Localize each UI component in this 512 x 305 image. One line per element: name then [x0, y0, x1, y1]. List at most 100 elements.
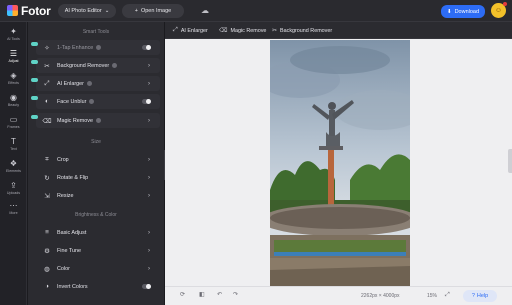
tool-label: Color [57, 265, 70, 272]
rail-label: Frames [7, 124, 20, 129]
rail-label: Beauty [7, 102, 20, 107]
rail-item-elements[interactable]: ❖ Elements [0, 156, 27, 176]
fotor-logo[interactable]: Fotor [7, 0, 51, 22]
info-icon[interactable] [86, 81, 92, 86]
tool-fine-tune[interactable]: ⚙ Fine Tune › [36, 243, 160, 258]
tool-ai-enlarger[interactable]: ⤢ AI Enlarger › [31, 76, 160, 91]
editor-mode-dropdown[interactable]: AI Photo Editor ⌄ [58, 4, 116, 18]
tool-label: Fine Tune [57, 247, 81, 254]
editor-canvas[interactable] [165, 39, 512, 287]
fine-tune-icon: ⚙ [44, 247, 50, 255]
toggle-switch[interactable] [142, 99, 151, 104]
eraser-icon: ⌫ [42, 117, 52, 125]
tool-face-unblur[interactable]: ◐ Face Unblur [31, 94, 160, 109]
undo-icon[interactable]: ↶ [217, 291, 222, 298]
enlarge-icon: ⤢ [44, 79, 50, 87]
ai-badge [31, 42, 38, 46]
compare-icon[interactable]: ◧ [199, 291, 205, 298]
enlarge-icon: ⤢ [173, 27, 178, 33]
zoom-level[interactable]: 15% [427, 293, 437, 299]
rail-item-ai-tools[interactable]: ✦ AI Tools [0, 24, 27, 44]
tool-magic-remove[interactable]: ⌫ Magic Remove › [31, 113, 160, 128]
cloud-save-icon[interactable]: ☁ [201, 6, 209, 15]
tool-invert-colors[interactable]: ◑ Invert Colors [36, 279, 160, 294]
history-icon[interactable]: ⟳ [180, 291, 185, 298]
ai-badge [31, 96, 38, 100]
redo-icon[interactable]: ↷ [233, 291, 238, 298]
crop-icon: ⌗ [45, 155, 49, 163]
quick-tool-label: Background Remover [280, 27, 333, 34]
quick-ai-enlarger-button[interactable]: ⤢ AI Enlarger [173, 25, 208, 36]
chevron-right-icon: › [148, 174, 150, 181]
open-image-label: Open Image [140, 8, 172, 14]
avatar[interactable]: ☺ [491, 2, 507, 18]
chevron-right-icon: › [148, 247, 150, 254]
tool-1-tap-enhance[interactable]: ✧ 1-Tap Enhance [31, 40, 160, 55]
adjust-panel: Smart Tools ✧ 1-Tap Enhance ✂ Background… [28, 22, 164, 305]
rail-item-frames[interactable]: ▭ Frames [0, 112, 27, 132]
info-icon[interactable] [89, 99, 95, 104]
scissors-icon: ✂ [44, 62, 50, 70]
effects-icon: ◈ [10, 70, 17, 80]
text-icon: T [11, 136, 16, 146]
chevron-down-icon: ⌄ [104, 8, 110, 14]
help-button[interactable]: ? Help [463, 290, 497, 302]
tool-resize[interactable]: ⇲ Resize › [36, 188, 160, 203]
rail-label: More [9, 210, 18, 215]
fit-screen-icon[interactable]: ⤢ [445, 292, 450, 299]
rail-item-text[interactable]: T Text [0, 134, 27, 154]
toggle-switch[interactable] [142, 284, 151, 289]
left-rail: ✦ AI Tools ☰ Adjust ◈ Effects ◉ Beauty ▭… [0, 22, 27, 305]
rail-item-more[interactable]: ⋯ More [0, 198, 27, 218]
eraser-icon: ⌫ [219, 28, 228, 34]
download-label: Download [454, 8, 480, 15]
top-bar: Fotor AI Photo Editor ⌄ + Open Image ☁ ⬇… [0, 0, 512, 22]
ai-tools-icon: ✦ [10, 26, 17, 36]
info-icon[interactable] [96, 45, 102, 50]
open-image-button[interactable]: + Open Image [122, 4, 184, 18]
face-unblur-icon: ◐ [45, 98, 49, 105]
help-label: Help [476, 293, 489, 299]
sliders-icon: ≡ [45, 229, 49, 236]
rail-label: Text [10, 146, 17, 151]
chevron-right-icon: › [148, 192, 150, 199]
rail-item-beauty[interactable]: ◉ Beauty [0, 90, 27, 110]
quick-magic-remove-button[interactable]: ⌫ Magic Remove [219, 25, 266, 36]
more-icon: ⋯ [9, 200, 18, 210]
tool-label: Face Unblur [57, 98, 87, 105]
beauty-icon: ◉ [10, 92, 17, 102]
right-panel-handle[interactable] [508, 149, 512, 173]
download-button[interactable]: ⬇ Download [441, 5, 485, 18]
tool-rotate-flip[interactable]: ↻ Rotate & Flip › [36, 170, 160, 185]
frames-icon: ▭ [9, 114, 18, 124]
rail-label: Adjust [8, 58, 19, 63]
rail-label: AI Tools [7, 36, 20, 41]
bottom-bar: ⟳ ◧ ↶ ↷ 2262px × 4000px 15% ⤢ ? Help [165, 286, 512, 305]
section-smart-tools-heading: Smart Tools [82, 29, 110, 35]
tool-color[interactable]: ◍ Color › [36, 261, 160, 276]
scissors-icon: ✂ [272, 28, 278, 34]
tool-label: 1-Tap Enhance [57, 44, 94, 51]
toggle-switch[interactable] [142, 45, 151, 50]
quick-background-remover-button[interactable]: ✂ Background Remover [272, 25, 332, 36]
logo-text: Fotor [21, 3, 51, 18]
info-icon[interactable] [112, 63, 118, 68]
tool-label: Resize [57, 192, 74, 199]
invert-icon: ◑ [45, 283, 49, 290]
tool-crop[interactable]: ⌗ Crop › [36, 152, 160, 167]
tool-background-remover[interactable]: ✂ Background Remover › [31, 58, 160, 73]
info-icon[interactable] [95, 118, 101, 123]
tool-label: AI Enlarger [57, 80, 84, 87]
rail-item-adjust[interactable]: ☰ Adjust [0, 46, 27, 66]
resize-icon: ⇲ [44, 192, 50, 200]
chevron-right-icon: › [148, 156, 150, 163]
adjust-icon: ☰ [9, 48, 18, 58]
rail-label: Effects [8, 80, 19, 85]
tool-basic-adjust[interactable]: ≡ Basic Adjust › [36, 225, 160, 240]
tool-label: Basic Adjust [57, 229, 87, 236]
rail-item-uploads[interactable]: ⇪ Uploads [0, 178, 27, 198]
edited-photo[interactable] [270, 40, 410, 287]
rail-item-effects[interactable]: ◈ Effects [0, 68, 27, 88]
chevron-right-icon: › [148, 62, 150, 69]
tool-label: Background Remover [57, 62, 110, 69]
